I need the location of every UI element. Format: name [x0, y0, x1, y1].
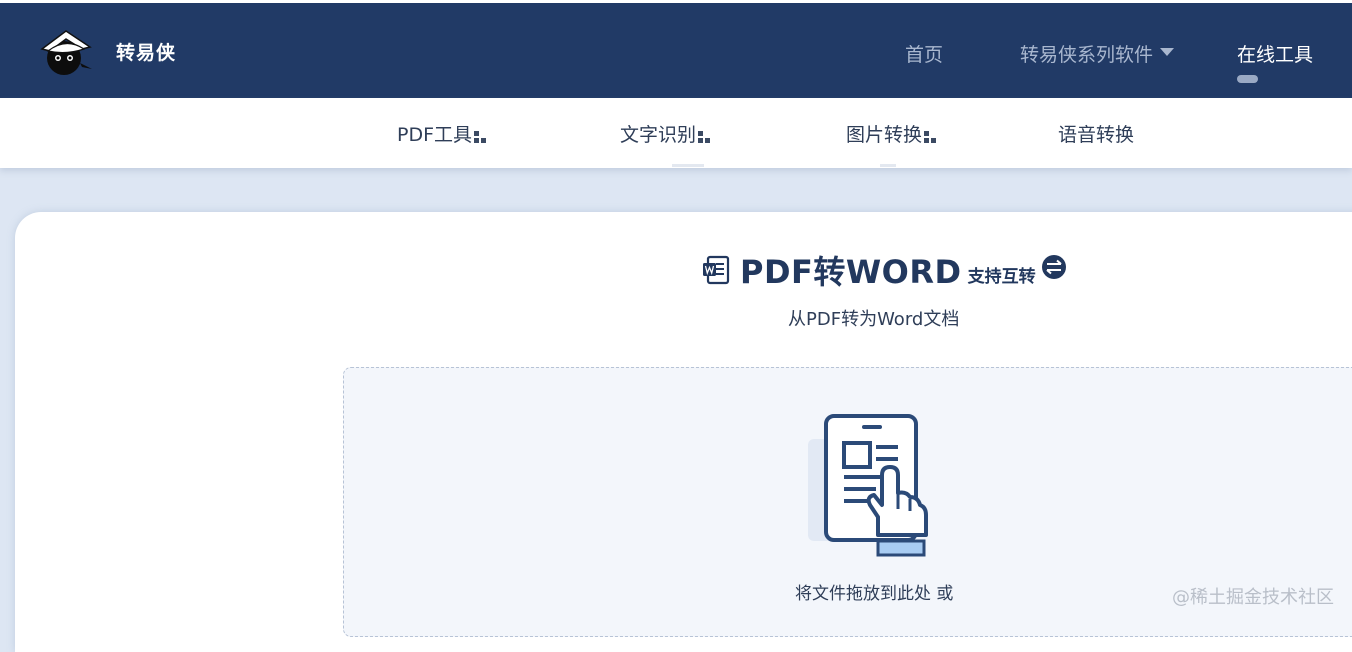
subnav-ocr-label: 文字识别 — [620, 124, 697, 146]
grid-icon — [474, 131, 488, 143]
nav-series-label: 转易侠系列软件 — [1020, 44, 1154, 66]
subnav-underline — [672, 164, 704, 167]
active-nav-indicator — [1237, 75, 1258, 83]
watermark: @稀土掘金技术社区 — [1172, 587, 1334, 608]
logo-icon[interactable] — [38, 25, 94, 81]
tool-title-row: PDF转WORD 支持互转 — [702, 252, 1067, 291]
subnav-image-label: 图片转换 — [846, 124, 923, 146]
subnav-image-convert[interactable]: 图片转换 — [846, 120, 938, 147]
chevron-down-icon — [1160, 47, 1175, 56]
top-navbar: 转易侠 首页 转易侠系列软件 在线工具 — [0, 0, 1352, 98]
grid-icon — [924, 131, 938, 143]
nav-online-tools[interactable]: 在线工具 — [1237, 40, 1313, 67]
tablet-touch-icon — [808, 414, 928, 557]
brand-name[interactable]: 转易侠 — [116, 38, 176, 65]
swap-icon[interactable] — [1041, 254, 1067, 280]
word-doc-icon — [703, 255, 730, 285]
nav-home[interactable]: 首页 — [905, 40, 943, 67]
subnav-underline — [880, 164, 896, 167]
subnav-pdf-label: PDF工具 — [397, 124, 473, 146]
sub-navbar: PDF工具 文字识别 图片转换 语音转换 — [0, 98, 1352, 168]
grid-icon — [698, 131, 712, 143]
dropzone-instruction: 将文件拖放到此处 或 — [795, 584, 954, 604]
subnav-text-recognition[interactable]: 文字识别 — [620, 120, 712, 147]
subnav-voice-convert[interactable]: 语音转换 — [1058, 120, 1134, 147]
nav-series-software[interactable]: 转易侠系列软件 — [1020, 40, 1175, 67]
tool-subtitle: 从PDF转为Word文档 — [788, 309, 960, 330]
tool-title: PDF转WORD — [740, 253, 962, 291]
subnav-pdf-tools[interactable]: PDF工具 — [397, 120, 488, 147]
tool-title-suffix: 支持互转 — [967, 266, 1036, 287]
